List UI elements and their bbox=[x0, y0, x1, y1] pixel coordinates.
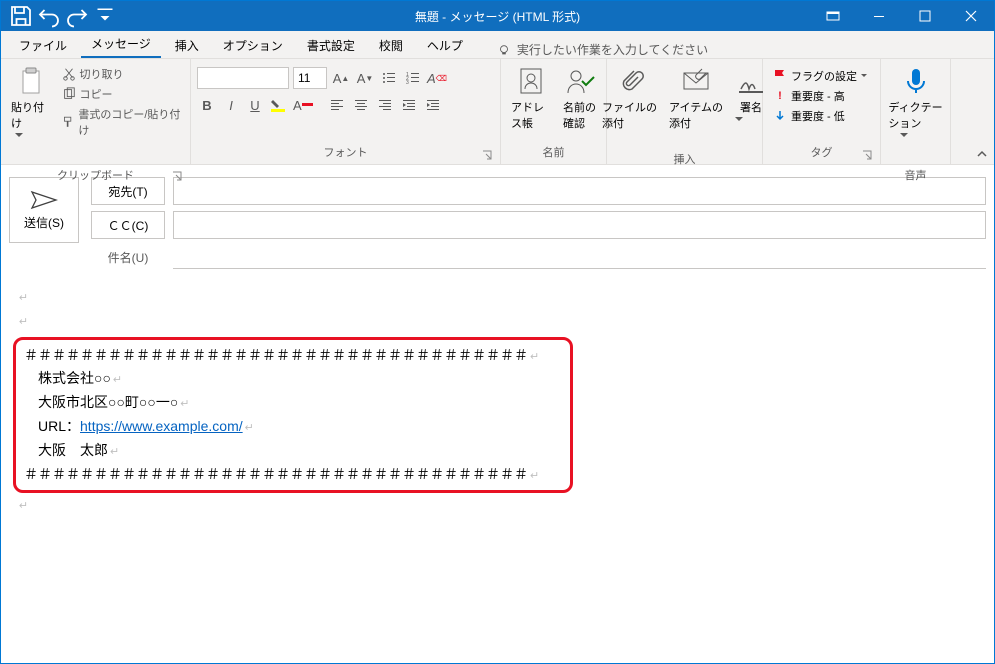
tab-review[interactable]: 校閲 bbox=[369, 33, 413, 58]
tell-me-placeholder: 実行したい作業を入力してください bbox=[517, 41, 708, 58]
signature-name: 大阪 太郎 bbox=[24, 439, 562, 463]
grow-font-icon[interactable]: A▲ bbox=[331, 68, 351, 88]
ribbon: 貼り付け 切り取り コピー 書式のコピー/貼り付け クリップボード A▲ A▼ … bbox=[1, 59, 994, 165]
tab-options[interactable]: オプション bbox=[213, 33, 293, 58]
signature-border-top: ＃＃＃＃＃＃＃＃＃＃＃＃＃＃＃＃＃＃＃＃＃＃＃＃＃＃＃＃＃＃＃＃＃＃＃＃ bbox=[24, 344, 562, 368]
align-center-icon[interactable] bbox=[351, 95, 371, 115]
paste-button[interactable]: 貼り付け bbox=[7, 63, 56, 167]
format-painter-button[interactable]: 書式のコピー/貼り付け bbox=[60, 105, 184, 139]
copy-button[interactable]: コピー bbox=[60, 85, 184, 103]
names-group-label: 名前 bbox=[543, 147, 565, 159]
minimize-icon[interactable] bbox=[856, 1, 902, 31]
tell-me-search[interactable]: 実行したい作業を入力してください bbox=[497, 41, 708, 58]
paste-label: 貼り付け bbox=[11, 99, 52, 131]
tab-file[interactable]: ファイル bbox=[9, 33, 77, 58]
to-input[interactable] bbox=[173, 177, 986, 205]
signature-address: 大阪市北区○○町○○一○ bbox=[24, 391, 562, 415]
bullets-icon[interactable] bbox=[379, 68, 399, 88]
signature-url-link[interactable]: https://www.example.com/ bbox=[80, 418, 243, 434]
attach-item-button[interactable]: アイテムの 添付 bbox=[665, 63, 727, 133]
font-size-input[interactable] bbox=[293, 67, 327, 89]
font-color-icon[interactable]: A bbox=[293, 95, 313, 115]
follow-up-button[interactable]: フラグの設定 bbox=[769, 67, 871, 85]
clipboard-group-label: クリップボード bbox=[57, 170, 134, 182]
tab-help[interactable]: ヘルプ bbox=[417, 33, 473, 58]
subject-label: 件名(U) bbox=[91, 249, 165, 266]
bold-icon[interactable]: B bbox=[197, 95, 217, 115]
cut-button[interactable]: 切り取り bbox=[60, 65, 184, 83]
check-names-button[interactable]: 名前の 確認 bbox=[559, 63, 600, 133]
collapse-ribbon-icon[interactable] bbox=[970, 59, 994, 164]
align-right-icon[interactable] bbox=[375, 95, 395, 115]
dialog-launcher-icon[interactable] bbox=[172, 171, 182, 181]
qat-dropdown-icon[interactable] bbox=[93, 4, 117, 28]
svg-text:3: 3 bbox=[406, 80, 409, 85]
voice-group-label: 音声 bbox=[905, 170, 927, 182]
cc-input[interactable] bbox=[173, 211, 986, 239]
high-importance-button[interactable]: !重要度 - 高 bbox=[769, 87, 871, 105]
align-left-icon[interactable] bbox=[327, 95, 347, 115]
attach-file-button[interactable]: ファイルの 添付 bbox=[598, 63, 661, 133]
chevron-down-icon bbox=[900, 133, 932, 165]
tags-group-label: タグ bbox=[811, 147, 833, 159]
redo-icon[interactable] bbox=[65, 4, 89, 28]
font-group-label: フォント bbox=[324, 147, 368, 159]
include-group-label: 挿入 bbox=[674, 154, 696, 166]
underline-icon[interactable]: U bbox=[245, 95, 265, 115]
signature-border-bottom: ＃＃＃＃＃＃＃＃＃＃＃＃＃＃＃＃＃＃＃＃＃＃＃＃＃＃＃＃＃＃＃＃＃＃＃＃ bbox=[24, 463, 562, 487]
chevron-down-icon bbox=[15, 133, 47, 165]
dialog-launcher-icon[interactable] bbox=[482, 150, 492, 160]
subject-input[interactable] bbox=[173, 245, 986, 269]
ribbon-tabs: ファイル メッセージ 挿入 オプション 書式設定 校閲 ヘルプ 実行したい作業を… bbox=[1, 31, 994, 59]
address-book-button[interactable]: アドレス帳 bbox=[507, 63, 555, 133]
dialog-launcher-icon[interactable] bbox=[862, 150, 872, 160]
send-button[interactable]: 送信(S) bbox=[9, 177, 79, 243]
dictate-button[interactable]: ディクテー ション bbox=[884, 63, 946, 167]
increase-indent-icon[interactable] bbox=[423, 95, 443, 115]
undo-icon[interactable] bbox=[37, 4, 61, 28]
close-icon[interactable] bbox=[948, 1, 994, 31]
numbering-icon[interactable]: 123 bbox=[403, 68, 423, 88]
signature-company: 株式会社○○ bbox=[24, 367, 562, 391]
font-family-input[interactable] bbox=[197, 67, 289, 89]
low-importance-button[interactable]: 重要度 - 低 bbox=[769, 107, 871, 125]
save-icon[interactable] bbox=[9, 4, 33, 28]
lightbulb-icon bbox=[497, 43, 511, 57]
title-bar: 無題 - メッセージ (HTML 形式) bbox=[1, 1, 994, 31]
tab-format[interactable]: 書式設定 bbox=[297, 33, 365, 58]
cc-button[interactable]: ＣＣ(C) bbox=[91, 211, 165, 239]
tab-message[interactable]: メッセージ bbox=[81, 31, 161, 58]
message-body[interactable]: ＃＃＃＃＃＃＃＃＃＃＃＃＃＃＃＃＃＃＃＃＃＃＃＃＃＃＃＃＃＃＃＃＃＃＃＃ 株式会… bbox=[1, 269, 994, 533]
signature-url-label: URL： bbox=[38, 418, 80, 434]
shrink-font-icon[interactable]: A▼ bbox=[355, 68, 375, 88]
italic-icon[interactable]: I bbox=[221, 95, 241, 115]
decrease-indent-icon[interactable] bbox=[399, 95, 419, 115]
signature-block: ＃＃＃＃＃＃＃＃＃＃＃＃＃＃＃＃＃＃＃＃＃＃＃＃＃＃＃＃＃＃＃＃＃＃＃＃ 株式会… bbox=[13, 337, 573, 494]
tab-insert[interactable]: 挿入 bbox=[165, 33, 209, 58]
clear-formatting-icon[interactable]: A⌫ bbox=[427, 68, 447, 88]
window-title: 無題 - メッセージ (HTML 形式) bbox=[415, 8, 580, 25]
highlight-icon[interactable] bbox=[269, 95, 289, 115]
ribbon-minimize-icon[interactable] bbox=[810, 1, 856, 31]
maximize-icon[interactable] bbox=[902, 1, 948, 31]
